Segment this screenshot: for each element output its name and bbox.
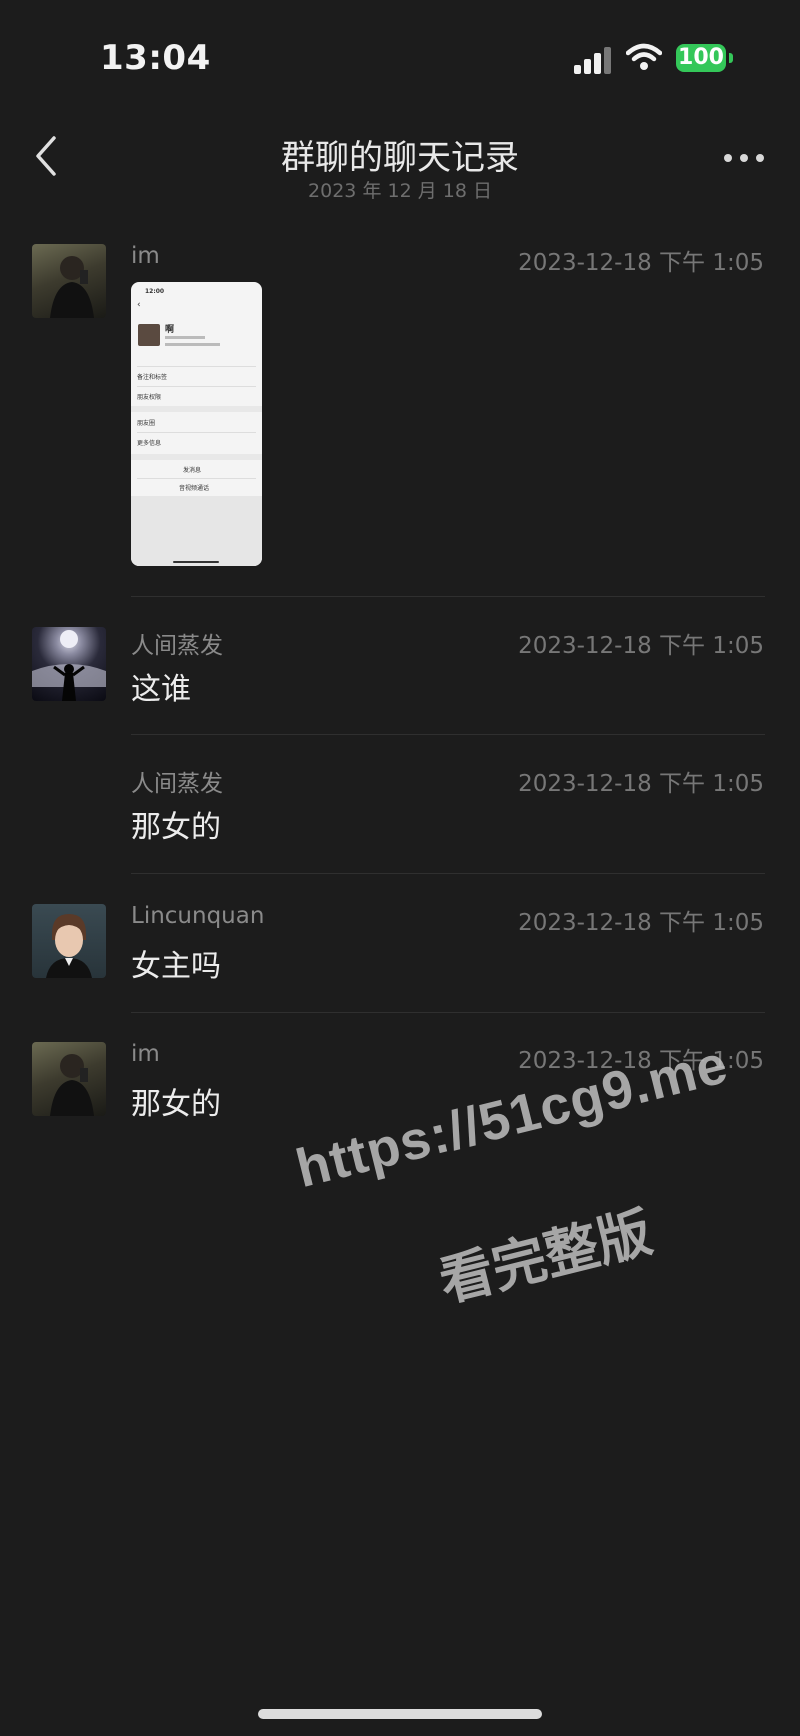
message-divider — [131, 1012, 765, 1013]
watermark-url: https://51cg9.me — [290, 1034, 734, 1200]
watermark-text: 看完整版 — [433, 1200, 658, 1314]
thumb-divider — [137, 478, 256, 479]
message-text: 那女的 — [131, 1087, 221, 1122]
image-message-thumbnail[interactable]: 12:00 ‹ 啊 备注和标签 朋友权限 朋友圈 更多信息 发消息 音视频通话 — [131, 282, 262, 566]
message-time: 2023-12-18 下午 1:05 — [518, 250, 764, 276]
sender-name: Lincunquan — [131, 903, 265, 929]
thumb-action-label: 音视频通话 — [179, 485, 210, 492]
thumb-divider — [137, 366, 256, 367]
message-time: 2023-12-18 下午 1:05 — [518, 633, 764, 659]
message-text: 那女的 — [131, 810, 221, 845]
status-bar: 13:04 100 — [0, 0, 800, 110]
message-divider — [131, 873, 765, 874]
cellular-signal-icon — [574, 44, 612, 74]
thumb-row-label: 朋友圈 — [137, 420, 156, 427]
message-divider — [131, 734, 765, 735]
thumb-avatar — [138, 324, 160, 346]
nav-header: 群聊的聊天记录 2023 年 12 月 18 日 — [0, 110, 800, 210]
sender-name: im — [131, 243, 160, 269]
thumb-action-label: 发消息 — [183, 467, 202, 474]
thumb-row-label: 备注和标签 — [137, 374, 168, 381]
home-indicator[interactable] — [258, 1709, 542, 1719]
message-time: 2023-12-18 下午 1:05 — [518, 910, 764, 936]
page-subtitle: 2023 年 12 月 18 日 — [308, 180, 492, 202]
thumb-section-gap — [131, 406, 262, 412]
thumb-row-label: 朋友权限 — [137, 394, 162, 401]
more-options-icon[interactable] — [720, 148, 768, 168]
battery-tip — [729, 53, 733, 63]
sender-name: 人间蒸发 — [131, 633, 223, 659]
status-time: 13:04 — [100, 38, 211, 78]
avatar[interactable] — [32, 627, 106, 701]
thumb-name: 啊 — [165, 325, 175, 335]
message-text: 这谁 — [131, 672, 191, 707]
thumb-time: 12:00 — [145, 288, 165, 295]
message-text: 女主吗 — [131, 949, 221, 984]
thumb-empty-area — [131, 496, 262, 566]
sender-name: im — [131, 1041, 160, 1067]
thumb-divider — [137, 386, 256, 387]
battery-icon: 100 — [676, 44, 726, 72]
thumb-divider — [137, 432, 256, 433]
avatar[interactable] — [32, 244, 106, 318]
thumb-detail-lines — [165, 336, 205, 339]
sender-name: 人间蒸发 — [131, 771, 223, 797]
message-time: 2023-12-18 下午 1:05 — [518, 771, 764, 797]
thumb-detail-lines — [165, 343, 220, 346]
thumb-back-icon: ‹ — [137, 300, 141, 310]
thumb-section-gap — [131, 454, 262, 460]
avatar[interactable] — [32, 1042, 106, 1116]
thumb-row-label: 更多信息 — [137, 440, 162, 447]
avatar[interactable] — [32, 904, 106, 978]
message-divider — [131, 596, 765, 597]
wifi-icon — [626, 43, 662, 70]
thumb-home-indicator — [173, 561, 219, 563]
page-title: 群聊的聊天记录 — [281, 138, 519, 178]
